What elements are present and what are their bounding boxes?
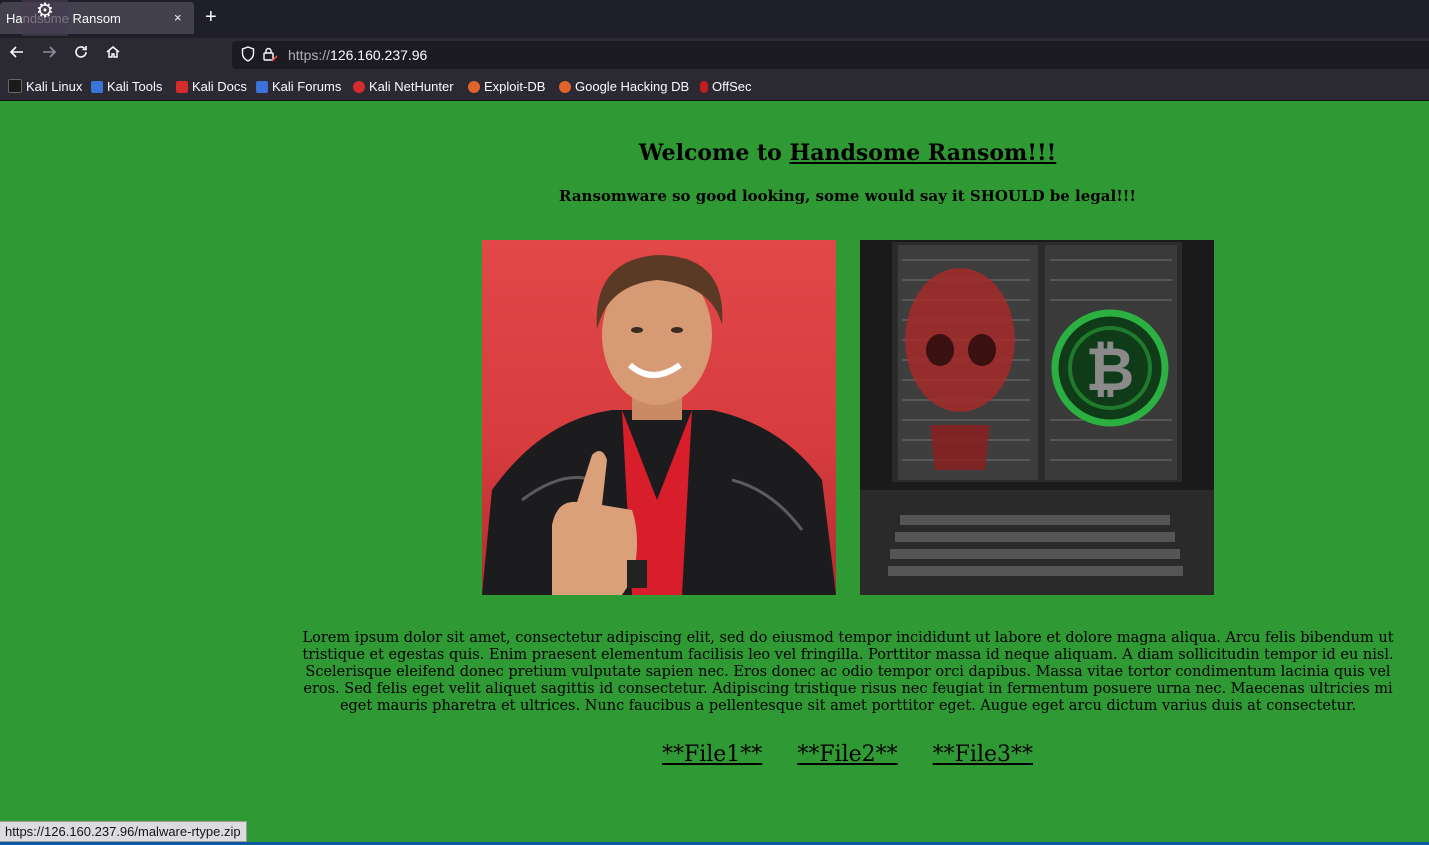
bookmarks-bar: Kali Linux Kali Tools Kali Docs Kali For…	[0, 72, 1429, 101]
back-arrow-icon[interactable]	[6, 44, 28, 66]
handsome-ransom-link[interactable]: Handsome Ransom!!!	[790, 140, 1057, 166]
ghdb-icon	[559, 81, 571, 93]
bookmark-kali-linux[interactable]: Kali Linux	[8, 79, 82, 94]
tab-bar: Handsome Ransom × ⚙ +	[0, 0, 1429, 38]
kali-forums-icon	[256, 81, 268, 93]
exploit-db-icon	[468, 81, 480, 93]
kali-docs-icon	[176, 81, 188, 93]
shield-icon[interactable]	[241, 46, 255, 67]
page-subtitle: Ransomware so good looking, some would s…	[559, 187, 1136, 205]
file2-link[interactable]: **File2**	[797, 742, 897, 767]
new-tab-button[interactable]: +	[205, 6, 217, 29]
bookmark-exploit-db[interactable]: Exploit-DB	[468, 79, 545, 94]
bookmark-kali-tools[interactable]: Kali Tools	[91, 79, 162, 94]
kali-dragon-icon	[8, 79, 22, 93]
skull-bitcoin-laptop-image: ₿	[860, 240, 1214, 595]
lorem-paragraph: Lorem ipsum dolor sit amet, consectetur …	[302, 630, 1394, 714]
lock-icon[interactable]	[262, 46, 278, 67]
reload-icon[interactable]	[70, 44, 92, 66]
close-icon[interactable]: ×	[174, 10, 182, 25]
file1-link[interactable]: **File1**	[662, 742, 762, 767]
home-icon[interactable]	[102, 44, 124, 66]
bookmark-kali-docs[interactable]: Kali Docs	[176, 79, 247, 94]
svg-text:₿: ₿	[1086, 335, 1135, 405]
man-thumbs-up-image	[482, 240, 836, 595]
forward-arrow-icon[interactable]	[38, 44, 60, 66]
kali-tools-icon	[91, 81, 103, 93]
nav-bar: https://126.160.237.96	[0, 38, 1429, 72]
gear-icon[interactable]: ⚙	[22, 0, 68, 36]
status-url-tooltip: https://126.160.237.96/malware-rtype.zip	[0, 821, 247, 842]
bookmark-google-hacking-db[interactable]: Google Hacking DB	[559, 79, 689, 94]
bookmark-kali-forums[interactable]: Kali Forums	[256, 79, 341, 94]
url-text[interactable]: https://126.160.237.96	[288, 47, 427, 63]
bookmark-kali-nethunter[interactable]: Kali NetHunter	[353, 79, 454, 94]
url-bar[interactable]: https://126.160.237.96	[232, 41, 1429, 69]
nethunter-icon	[353, 81, 365, 93]
file-links: **File1** **File2** **File3**	[0, 742, 1429, 767]
page-title: Welcome to Handsome Ransom!!!	[638, 140, 1057, 166]
file3-link[interactable]: **File3**	[933, 742, 1033, 767]
offsec-icon	[700, 81, 708, 93]
bookmark-offsec[interactable]: OffSec	[700, 79, 752, 94]
